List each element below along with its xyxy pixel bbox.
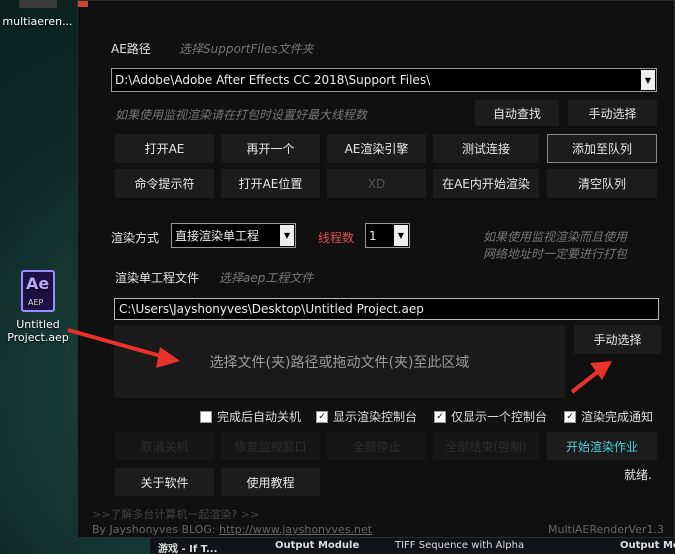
arrow-right-icon — [570, 361, 612, 394]
annotation-arrows — [67, 328, 612, 394]
arrow-left-icon — [67, 328, 180, 368]
taskbar-item[interactable]: TIFF Sequence with Alpha — [395, 540, 524, 551]
taskbar-item[interactable]: Output Mo — [620, 540, 675, 551]
taskbar-item[interactable]: 游戏 - If T... — [158, 540, 217, 554]
taskbar-strip: 游戏 - If T... Output Module TIFF Sequence… — [150, 538, 675, 554]
taskbar-item[interactable]: Output Module — [275, 540, 359, 551]
